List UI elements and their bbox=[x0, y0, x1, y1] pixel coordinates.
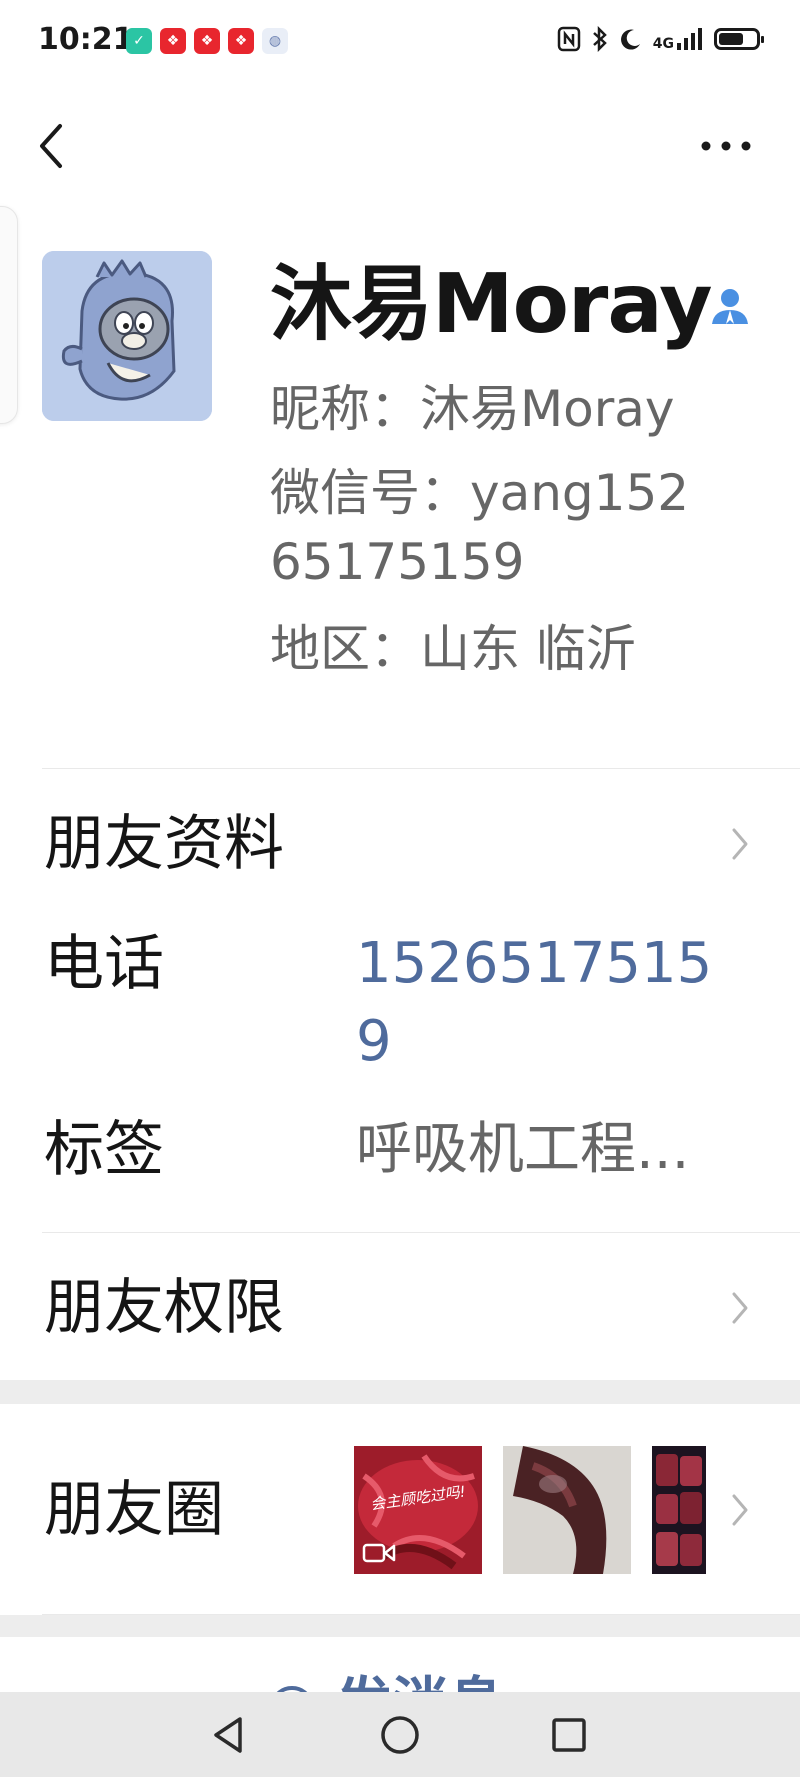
moments-label: 朋友圈 bbox=[44, 1475, 224, 1545]
send-message-button[interactable]: 发消息 bbox=[0, 1637, 800, 1692]
more-dots-icon bbox=[701, 141, 751, 151]
moments-thumbnail[interactable] bbox=[652, 1446, 706, 1574]
contact-person-icon bbox=[708, 286, 752, 326]
section-separator bbox=[0, 1615, 800, 1637]
nav-back-button[interactable] bbox=[204, 1710, 254, 1760]
status-time: 10:21 bbox=[38, 22, 134, 57]
signal-icon: 4G bbox=[653, 27, 704, 51]
side-drawer-handle[interactable] bbox=[0, 206, 18, 424]
app-notification-icon: ❖ bbox=[160, 28, 186, 54]
battery-level bbox=[719, 33, 743, 45]
circle-home-icon bbox=[381, 1716, 419, 1754]
moon-icon bbox=[620, 29, 640, 50]
tags-label: 标签 bbox=[44, 1115, 164, 1185]
nav-recents-button[interactable] bbox=[544, 1710, 594, 1760]
chevron-right-icon bbox=[732, 828, 748, 860]
phone-number-continued[interactable]: 9 bbox=[356, 1004, 392, 1080]
nickname-line: 昵称：沐易Moray bbox=[270, 380, 675, 438]
chat-bubble-icon bbox=[276, 1686, 308, 1692]
phone-number[interactable]: 1526517515 bbox=[356, 926, 712, 1002]
video-icon bbox=[362, 1543, 396, 1563]
network-type: 4G bbox=[652, 36, 674, 52]
shield-icon: ✓ bbox=[126, 28, 152, 54]
moments-thumbnail[interactable]: 会主顾吃过吗! bbox=[354, 1446, 482, 1574]
nfc-icon bbox=[557, 26, 581, 52]
system-navigation-bar bbox=[0, 1692, 800, 1777]
back-button[interactable] bbox=[30, 116, 74, 176]
triangle-back-icon bbox=[214, 1717, 242, 1753]
chevron-right-icon bbox=[732, 1292, 748, 1324]
status-icons-right: 4G bbox=[557, 26, 764, 52]
divider bbox=[42, 768, 800, 769]
wechat-id-line[interactable]: 微信号：yang152 bbox=[270, 461, 689, 525]
wechat-id-line-continued[interactable]: 65175159 bbox=[270, 530, 525, 594]
chevron-left-icon bbox=[40, 124, 62, 168]
nav-home-button[interactable] bbox=[375, 1710, 425, 1760]
app-notification-icon: ❖ bbox=[228, 28, 254, 54]
square-recents-icon bbox=[552, 1718, 586, 1752]
send-message-label: 发消息 bbox=[336, 1675, 504, 1693]
chevron-right-icon bbox=[732, 1494, 748, 1526]
app-notification-icon: ❖ bbox=[194, 28, 220, 54]
status-icons-left: ✓ ❖ ❖ ❖ ◍ bbox=[126, 28, 288, 54]
section-separator bbox=[0, 1380, 800, 1404]
tags-value[interactable]: 呼吸机工程... bbox=[356, 1112, 689, 1188]
moments-thumbnail[interactable] bbox=[503, 1446, 631, 1574]
friend-permissions-label: 朋友权限 bbox=[44, 1273, 284, 1343]
battery-icon bbox=[714, 28, 764, 50]
divider bbox=[42, 1232, 800, 1233]
status-bar: 10:21 ✓ ❖ ❖ ❖ ◍ 4G bbox=[0, 0, 800, 86]
bluetooth-icon bbox=[592, 26, 607, 52]
region-line: 地区：山东 临沂 bbox=[270, 620, 636, 678]
avatar-cat-dinosaur-image bbox=[42, 251, 212, 421]
friend-info-label: 朋友资料 bbox=[44, 809, 284, 879]
phone-label: 电话 bbox=[44, 929, 164, 999]
more-options-button[interactable] bbox=[696, 126, 756, 166]
display-name: 沐易Moray bbox=[270, 257, 713, 352]
globe-icon: ◍ bbox=[262, 28, 288, 54]
avatar[interactable] bbox=[42, 251, 212, 421]
